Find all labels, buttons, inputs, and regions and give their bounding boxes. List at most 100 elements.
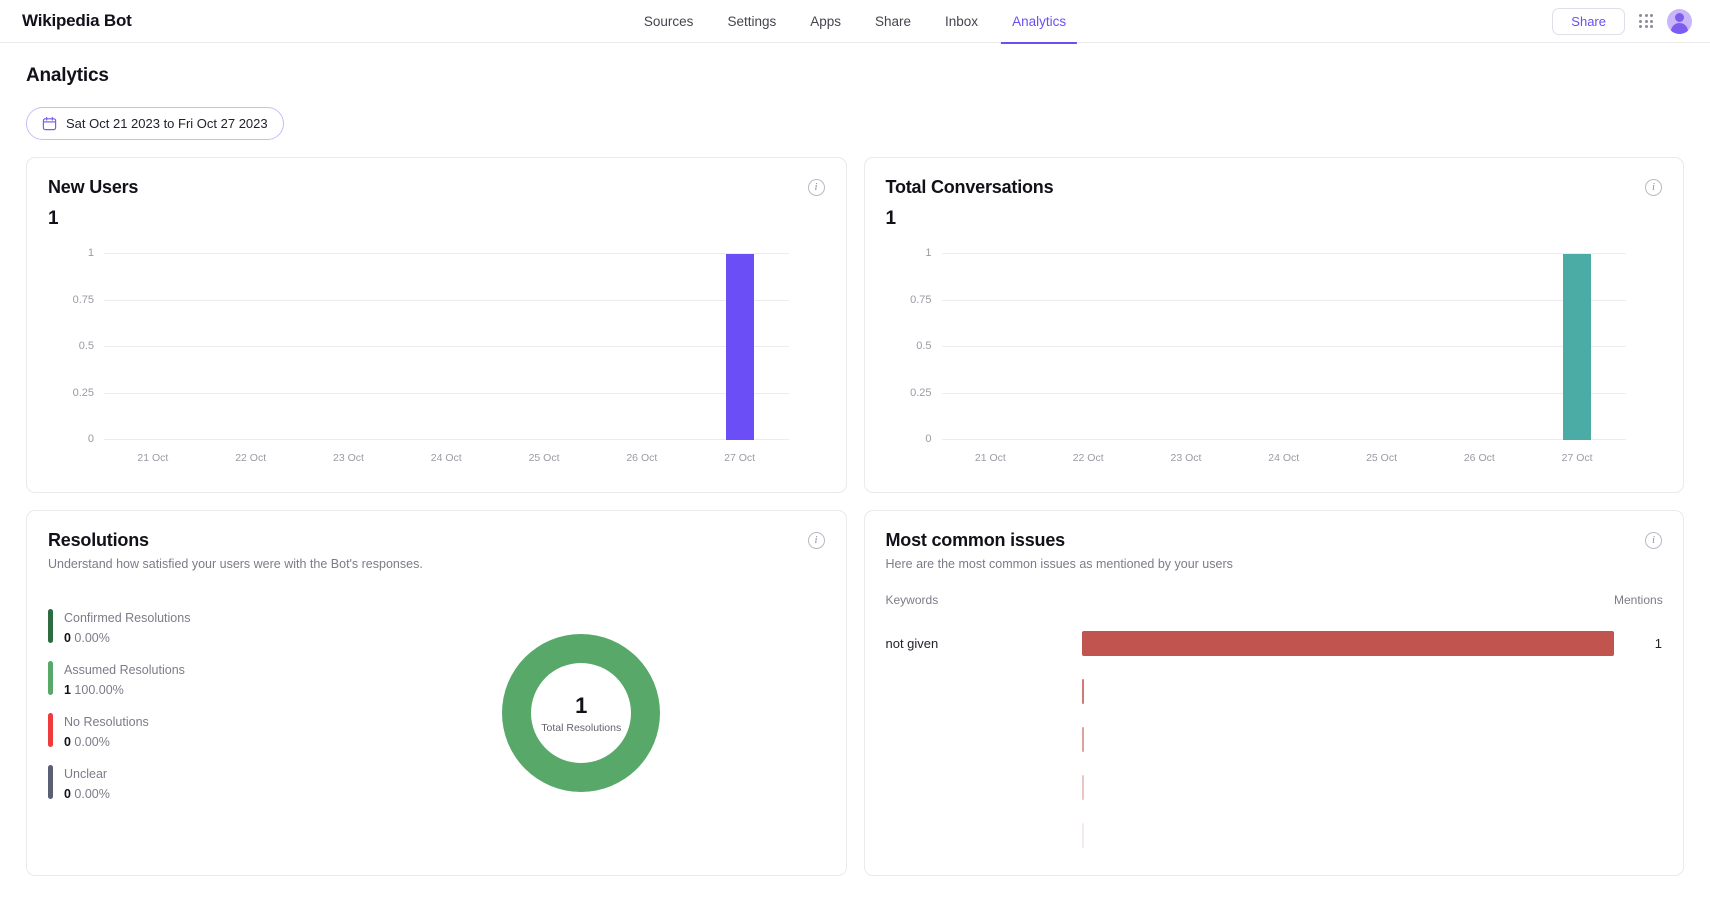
legend-color-swatch xyxy=(48,609,53,643)
issue-bar-track xyxy=(1082,679,1615,704)
top-navigation-bar: Wikipedia Bot Sources Settings Apps Shar… xyxy=(0,0,1710,43)
y-axis-tick: 1 xyxy=(925,247,931,259)
card-resolutions: Resolutions Understand how satisfied you… xyxy=(26,510,847,876)
app-brand-title: Wikipedia Bot xyxy=(22,11,132,31)
table-row[interactable] xyxy=(886,763,1663,811)
date-range-label: Sat Oct 21 2023 to Fri Oct 27 2023 xyxy=(66,117,268,130)
most-common-issues-title: Most common issues xyxy=(886,530,1663,551)
x-axis-tick: 24 Oct xyxy=(1268,452,1299,464)
gridline: 0 xyxy=(104,439,789,440)
charts-row: New Users i 1 00.250.50.75121 Oct22 Oct2… xyxy=(26,157,1684,493)
chart-bar[interactable] xyxy=(726,254,754,440)
new-users-chart: 00.250.50.75121 Oct22 Oct23 Oct24 Oct25 … xyxy=(48,244,825,476)
issue-bar-track xyxy=(1082,727,1615,752)
x-axis-tick: 27 Oct xyxy=(1562,452,1593,464)
table-row[interactable]: not given1 xyxy=(886,619,1663,667)
donut-total-label: Total Resolutions xyxy=(541,722,621,734)
issue-bar[interactable] xyxy=(1082,631,1615,656)
resolutions-donut-wrap: 1 Total Resolutions xyxy=(338,634,825,792)
issue-bar[interactable] xyxy=(1082,727,1084,752)
x-axis-tick: 23 Oct xyxy=(333,452,364,464)
table-row[interactable] xyxy=(886,715,1663,763)
info-circle-icon[interactable]: i xyxy=(808,179,825,196)
nav-item-apps[interactable]: Apps xyxy=(793,0,858,43)
table-row[interactable] xyxy=(886,667,1663,715)
issue-bar[interactable] xyxy=(1082,679,1084,704)
legend-color-swatch xyxy=(48,713,53,747)
share-button[interactable]: Share xyxy=(1552,8,1625,35)
legend-value: 0 0.00% xyxy=(64,735,149,749)
gridline: 0 xyxy=(942,439,1627,440)
nav-item-settings[interactable]: Settings xyxy=(710,0,793,43)
total-conversations-title: Total Conversations xyxy=(886,177,1054,198)
legend-color-swatch xyxy=(48,765,53,799)
x-axis-tick: 23 Oct xyxy=(1170,452,1201,464)
chart-bar[interactable] xyxy=(1563,254,1591,440)
user-avatar-icon[interactable] xyxy=(1667,9,1692,34)
info-circle-icon[interactable]: i xyxy=(1645,179,1662,196)
y-axis-tick: 0 xyxy=(88,433,94,445)
gridline: 1 xyxy=(104,253,789,254)
info-circle-icon[interactable]: i xyxy=(1645,532,1662,549)
issue-bar-track xyxy=(1082,775,1615,800)
legend-label: Unclear xyxy=(64,767,107,781)
analytics-page: Analytics Sat Oct 21 2023 to Fri Oct 27 … xyxy=(0,43,1710,876)
date-range-picker[interactable]: Sat Oct 21 2023 to Fri Oct 27 2023 xyxy=(26,107,284,140)
issue-bar-track xyxy=(1082,631,1615,656)
x-axis-tick: 26 Oct xyxy=(626,452,657,464)
resolutions-title: Resolutions xyxy=(48,530,825,551)
donut-center: 1 Total Resolutions xyxy=(531,663,631,763)
most-common-issues-subtitle: Here are the most common issues as menti… xyxy=(886,557,1663,571)
nav-item-sources[interactable]: Sources xyxy=(627,0,711,43)
table-row[interactable] xyxy=(886,811,1663,859)
y-axis-tick: 0.5 xyxy=(79,340,94,352)
resolutions-donut-chart: 1 Total Resolutions xyxy=(502,634,660,792)
legend-item: Assumed Resolutions1 100.00% xyxy=(48,661,338,697)
gridline: 0.75 xyxy=(942,300,1627,301)
legend-value: 0 0.00% xyxy=(64,631,190,645)
apps-grid-icon[interactable] xyxy=(1639,14,1653,28)
y-axis-tick: 0.5 xyxy=(916,340,931,352)
issues-table-header: Keywords Mentions xyxy=(886,593,1663,619)
resolutions-subtitle: Understand how satisfied your users were… xyxy=(48,557,825,571)
x-axis-tick: 25 Oct xyxy=(1366,452,1397,464)
nav-item-analytics[interactable]: Analytics xyxy=(995,0,1083,43)
issue-bar-track xyxy=(1082,823,1615,848)
gridline: 0.25 xyxy=(942,393,1627,394)
issue-bar[interactable] xyxy=(1082,775,1084,800)
y-axis-tick: 1 xyxy=(88,247,94,259)
x-axis-tick: 26 Oct xyxy=(1464,452,1495,464)
nav-item-inbox[interactable]: Inbox xyxy=(928,0,995,43)
column-header-mentions: Mentions xyxy=(1614,593,1662,607)
x-axis-tick: 21 Oct xyxy=(137,452,168,464)
new-users-value: 1 xyxy=(48,208,825,230)
gridline: 0.5 xyxy=(942,346,1627,347)
legend-label: Assumed Resolutions xyxy=(64,663,185,677)
legend-item: Confirmed Resolutions0 0.00% xyxy=(48,609,338,645)
nav-item-share[interactable]: Share xyxy=(858,0,928,43)
card-new-users: New Users i 1 00.250.50.75121 Oct22 Oct2… xyxy=(26,157,847,493)
new-users-title: New Users xyxy=(48,177,138,198)
y-axis-tick: 0.25 xyxy=(910,387,931,399)
info-circle-icon[interactable]: i xyxy=(808,532,825,549)
column-header-keywords: Keywords xyxy=(886,593,1082,607)
legend-color-swatch xyxy=(48,661,53,695)
x-axis-tick: 24 Oct xyxy=(431,452,462,464)
y-axis-tick: 0 xyxy=(925,433,931,445)
gridline: 1 xyxy=(942,253,1627,254)
legend-label: No Resolutions xyxy=(64,715,149,729)
top-bar-actions: Share xyxy=(1552,8,1692,35)
main-nav: Sources Settings Apps Share Inbox Analyt… xyxy=(627,0,1083,43)
legend-item: No Resolutions 0 0.00% xyxy=(48,713,338,749)
calendar-icon xyxy=(42,116,57,131)
gridline: 0.75 xyxy=(104,300,789,301)
y-axis-tick: 0.25 xyxy=(73,387,94,399)
card-most-common-issues: Most common issues Here are the most com… xyxy=(864,510,1685,876)
issue-keyword: not given xyxy=(886,636,1082,651)
gridline: 0.5 xyxy=(104,346,789,347)
resolutions-legend: Confirmed Resolutions0 0.00% Assumed Reso… xyxy=(48,609,338,817)
legend-value: 0 0.00% xyxy=(64,787,110,801)
total-conversations-chart: 00.250.50.75121 Oct22 Oct23 Oct24 Oct25 … xyxy=(886,244,1663,476)
issue-bar[interactable] xyxy=(1082,823,1084,848)
total-conversations-value: 1 xyxy=(886,208,1663,230)
